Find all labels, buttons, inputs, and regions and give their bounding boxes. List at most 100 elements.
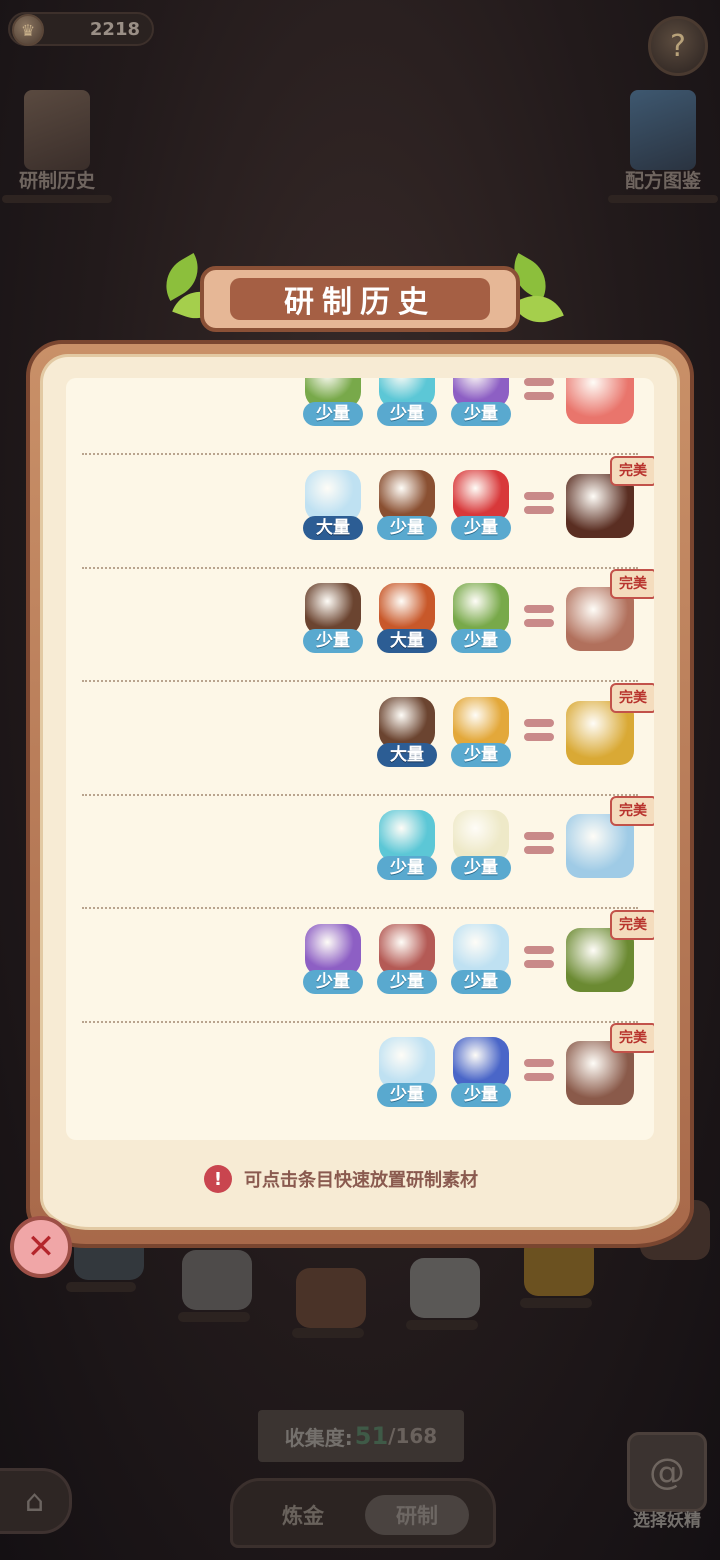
- help-button[interactable]: ?: [648, 16, 708, 76]
- ingredient: 少量: [448, 923, 514, 1000]
- quantity-badge: 大量: [377, 629, 437, 653]
- close-button[interactable]: ✕: [10, 1216, 72, 1278]
- perfect-badge: 完美: [610, 569, 654, 599]
- modal-title-banner: 研制历史: [200, 266, 520, 332]
- recipe-book-button[interactable]: 配方图鉴: [608, 90, 718, 203]
- quantity-badge: 少量: [303, 402, 363, 426]
- quantity-badge: 少量: [377, 515, 437, 540]
- golden-wheat-icon: [453, 696, 509, 749]
- tab-research[interactable]: 研制: [365, 1495, 469, 1535]
- thorny-branch-icon: [379, 923, 435, 976]
- hint-text: ! 可点击条目快速放置研制素材: [204, 1164, 478, 1194]
- salt-crystal-icon: [305, 469, 361, 522]
- sprite-swirl-icon: @: [627, 1432, 707, 1512]
- mode-tabs: 炼金 研制: [230, 1478, 496, 1548]
- shelf: [2, 195, 112, 203]
- ingredient: 少量: [448, 583, 514, 659]
- ingredient: 少量: [448, 378, 514, 432]
- history-row[interactable]: 少量 少量 完美: [66, 796, 654, 909]
- bg-shelf: [520, 1298, 592, 1308]
- equals-icon: [524, 832, 554, 858]
- history-row[interactable]: 少量 大量 少量 完美: [66, 569, 654, 682]
- history-row[interactable]: 少量 少量 完美: [66, 1023, 654, 1136]
- purple-flower-icon: [305, 923, 361, 976]
- shelf: [608, 195, 718, 203]
- bg-shelf: [406, 1320, 478, 1330]
- quantity-badge: 少量: [377, 969, 437, 994]
- quantity-badge: 少量: [451, 742, 511, 767]
- bg-shelf: [66, 1282, 136, 1292]
- quantity-badge: 大量: [377, 742, 437, 767]
- tab-alchemy[interactable]: 炼金: [253, 1495, 353, 1535]
- perfect-badge: 完美: [610, 682, 654, 713]
- water-pool-icon: [379, 810, 435, 862]
- bg-stone-item: [182, 1250, 252, 1310]
- warning-icon: !: [204, 1165, 232, 1193]
- close-icon: ✕: [26, 1227, 56, 1267]
- hint-label: 可点击条目快速放置研制素材: [244, 1170, 478, 1191]
- quantity-badge: 少量: [451, 629, 511, 653]
- ingredient: 大量: [374, 696, 440, 773]
- fire-rock-icon: [379, 583, 435, 635]
- white-lily-icon: [453, 810, 509, 862]
- ingredient: 少量: [374, 1037, 440, 1113]
- ingredient: 少量: [448, 1037, 514, 1113]
- home-icon: ⌂: [24, 1483, 45, 1519]
- bg-chocolate-item: [296, 1268, 366, 1328]
- tomato-icon: [453, 469, 509, 522]
- chocolate-bar-icon: [379, 469, 435, 522]
- bg-cloud-item: [410, 1258, 480, 1318]
- history-label: 研制历史: [18, 170, 95, 192]
- history-row[interactable]: 少量 少量 少量: [66, 378, 654, 455]
- quantity-badge: 少量: [303, 629, 363, 653]
- collection-total: /168: [388, 1424, 438, 1448]
- recipe-label: 配方图鉴: [624, 170, 701, 192]
- quantity-badge: 少量: [377, 402, 437, 426]
- ingredient: 少量: [300, 923, 366, 1000]
- book-icon: [630, 90, 696, 170]
- ingredient: 大量: [300, 469, 366, 546]
- equals-icon: [524, 718, 554, 745]
- leaf-help-icon: ?: [670, 28, 686, 64]
- equals-icon: [524, 605, 554, 631]
- quantity-badge: 少量: [451, 1083, 511, 1107]
- dirt-pile-icon: [305, 583, 361, 635]
- ingredient: 少量: [300, 378, 366, 432]
- crown-coin-icon: ♛: [12, 14, 44, 46]
- equals-icon: [524, 945, 554, 972]
- history-row[interactable]: 少量 少量 少量 完美: [66, 909, 654, 1023]
- select-sprite-button[interactable]: @ 选择妖精: [624, 1432, 710, 1531]
- perfect-badge: 完美: [610, 455, 654, 486]
- equals-icon: [524, 491, 554, 518]
- home-button[interactable]: ⌂: [0, 1468, 72, 1534]
- quantity-badge: 少量: [377, 1083, 437, 1107]
- history-list[interactable]: 少量 少量 少量 大量 少量 少量 完美 少量 大量 少量 完美 大量 少量 完美 少量 少量 完美 少量 少量 少量…: [66, 378, 654, 1140]
- equals-icon: [524, 378, 554, 404]
- perfect-badge: 完美: [610, 909, 654, 940]
- collection-progress: 收集度: 51 /168: [258, 1410, 464, 1462]
- perfect-badge: 完美: [610, 796, 654, 826]
- quantity-badge: 少量: [451, 969, 511, 994]
- history-button[interactable]: 研制历史: [2, 90, 112, 203]
- bg-shelf: [292, 1328, 364, 1338]
- ingredient: 少量: [374, 810, 440, 886]
- salt-crystal-icon: [379, 1037, 435, 1089]
- coin-value: 2218: [89, 19, 140, 40]
- quantity-badge: 少量: [451, 856, 511, 880]
- grass-icon: [453, 583, 509, 635]
- ingredient: 少量: [448, 696, 514, 773]
- dirt-pile-icon: [379, 696, 435, 749]
- ingredient: 少量: [300, 583, 366, 659]
- history-row[interactable]: 大量 少量 完美: [66, 682, 654, 796]
- modal-title: 研制历史: [230, 278, 490, 320]
- perfect-badge: 完美: [610, 1023, 654, 1053]
- scroll-icon: [24, 90, 90, 170]
- collection-count: 51: [354, 1422, 389, 1450]
- collection-label: 收集度:: [284, 1425, 353, 1450]
- quantity-badge: 少量: [451, 515, 511, 540]
- quantity-badge: 少量: [451, 402, 511, 426]
- ingredient: 少量: [374, 469, 440, 546]
- quantity-badge: 大量: [303, 515, 363, 540]
- history-row[interactable]: 大量 少量 少量 完美: [66, 455, 654, 569]
- quantity-badge: 少量: [377, 856, 437, 880]
